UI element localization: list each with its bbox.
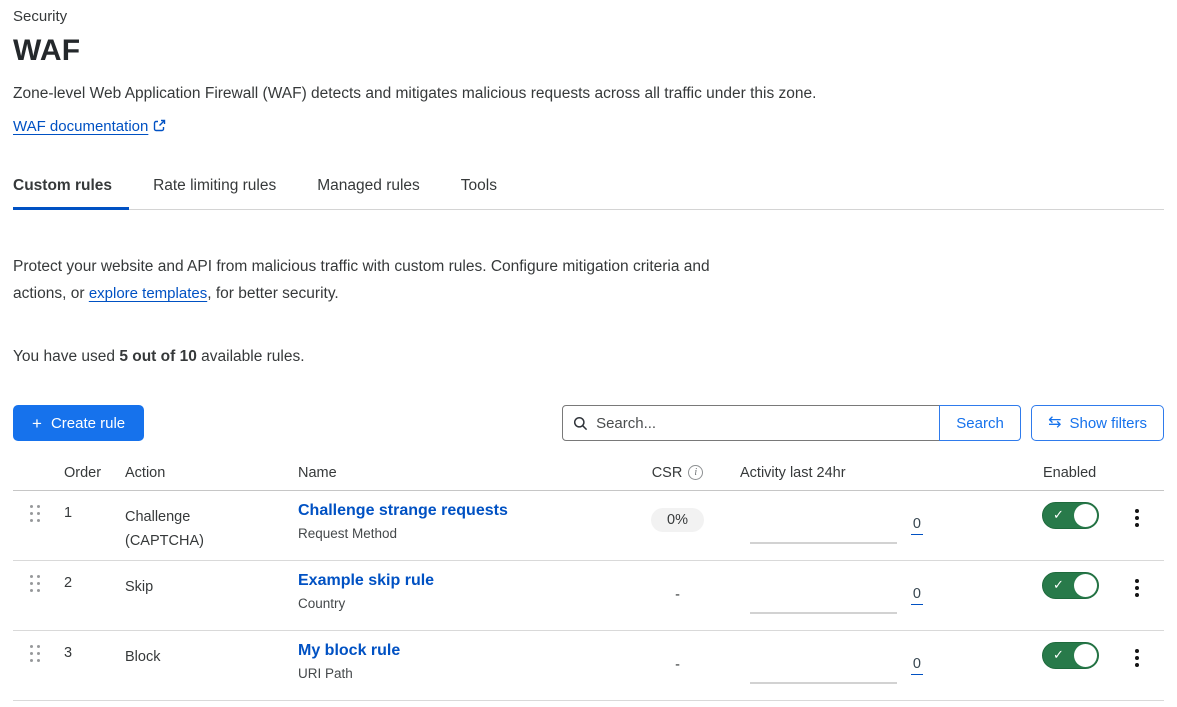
search-button[interactable]: Search [939,405,1021,441]
kebab-menu-icon[interactable] [1129,647,1145,700]
csr-value: - [675,587,680,603]
rule-action-line2: (CAPTCHA) [125,529,285,553]
table-row: 1 Challenge(CAPTCHA) Challenge strange r… [13,491,1164,561]
activity-count-link[interactable]: 0 [911,586,923,605]
drag-handle-icon[interactable] [30,575,40,592]
row-spacer [935,561,1030,630]
header-menu-spacer [1110,465,1164,490]
rule-name-link[interactable]: Example skip rule [298,572,615,590]
rule-action-line1: Challenge [125,505,285,529]
row-spacer [935,491,1030,560]
rules-usage-text: You have used 5 out of 10 available rule… [13,348,1164,366]
usage-prefix: You have used [13,348,119,365]
rule-order: 2 [57,561,112,630]
activity-count-link[interactable]: 0 [911,656,923,675]
rule-field: URI Path [298,666,615,681]
swap-arrows-icon: ⇆ [1048,415,1061,431]
plus-icon: + [32,415,42,432]
rule-order: 3 [57,631,112,700]
header-action: Action [112,465,285,490]
table-header: Order Action Name CSR i Activity last 24h… [13,465,1164,491]
tab-rate-limiting-rules[interactable]: Rate limiting rules [153,167,293,209]
tab-custom-rules[interactable]: Custom rules [13,167,129,209]
tab-bar: Custom rules Rate limiting rules Managed… [13,167,1164,210]
enabled-toggle[interactable]: ✓ [1042,642,1099,669]
enabled-toggle[interactable]: ✓ [1042,572,1099,599]
waf-documentation-link[interactable]: WAF documentation [13,118,148,135]
rule-name-cell: My block rule URI Path [285,631,615,700]
breadcrumb: Security [13,0,1164,25]
check-icon: ✓ [1053,577,1064,593]
activity-sparkline [750,578,897,614]
explore-templates-link[interactable]: explore templates [89,285,207,302]
activity-count-link[interactable]: 0 [911,516,923,535]
rule-name-link[interactable]: Challenge strange requests [298,502,615,520]
rule-action-line1: Skip [125,575,285,599]
csr-value: - [675,657,680,673]
rule-name-cell: Challenge strange requests Request Metho… [285,491,615,560]
toggle-knob [1074,644,1097,667]
rules-toolbar: + Create rule Search ⇆ Show filters [13,405,1164,441]
tab-managed-rules[interactable]: Managed rules [317,167,437,209]
rule-action: Block [112,631,285,700]
external-link-icon [153,119,166,137]
drag-handle-icon[interactable] [30,645,40,662]
waf-page: Security WAF Zone-level Web Application … [13,0,1164,701]
rule-name-link[interactable]: My block rule [298,642,615,660]
header-order: Order [57,465,112,490]
activity-sparkline [750,508,897,544]
kebab-menu-icon[interactable] [1129,577,1145,630]
header-activity: Activity last 24hr [740,465,935,490]
rule-action: Skip [112,561,285,630]
header-name: Name [285,465,615,490]
toggle-knob [1074,574,1097,597]
header-csr: CSR i [615,465,740,490]
page-description: Zone-level Web Application Firewall (WAF… [13,85,1164,103]
rule-name-cell: Example skip rule Country [285,561,615,630]
check-icon: ✓ [1053,647,1064,663]
activity-cell: 0 [740,631,935,700]
header-spacer [935,465,1030,490]
search-icon [573,416,588,431]
row-spacer [935,631,1030,700]
toggle-knob [1074,504,1097,527]
csr-badge: 0% [651,508,704,532]
table-row: 2 Skip Example skip rule Country - 0 ✓ [13,561,1164,631]
search-input[interactable] [596,415,929,432]
show-filters-label: Show filters [1069,415,1147,432]
intro-text-after: , for better security. [207,285,339,302]
show-filters-button[interactable]: ⇆ Show filters [1031,405,1164,441]
activity-cell: 0 [740,561,935,630]
usage-suffix: available rules. [197,348,305,365]
enabled-toggle[interactable]: ✓ [1042,502,1099,529]
header-handle-spacer [13,465,57,490]
header-enabled: Enabled [1030,465,1110,490]
table-row: 3 Block My block rule URI Path - 0 ✓ [13,631,1164,701]
rule-order: 1 [57,491,112,560]
info-icon[interactable]: i [688,465,703,480]
intro-text: Protect your website and API from malici… [13,253,748,307]
search-box [562,405,940,441]
create-rule-label: Create rule [51,415,125,432]
tab-tools[interactable]: Tools [461,167,514,209]
rule-field: Country [298,596,615,611]
rule-action: Challenge(CAPTCHA) [112,491,285,560]
rule-field: Request Method [298,526,615,541]
page-title: WAF [13,34,1164,68]
rule-action-line1: Block [125,645,285,669]
activity-sparkline [750,648,897,684]
activity-cell: 0 [740,491,935,560]
drag-handle-icon[interactable] [30,505,40,522]
header-csr-label: CSR [652,465,683,481]
check-icon: ✓ [1053,507,1064,523]
usage-count: 5 out of 10 [119,348,197,365]
kebab-menu-icon[interactable] [1129,507,1145,560]
create-rule-button[interactable]: + Create rule [13,405,144,441]
